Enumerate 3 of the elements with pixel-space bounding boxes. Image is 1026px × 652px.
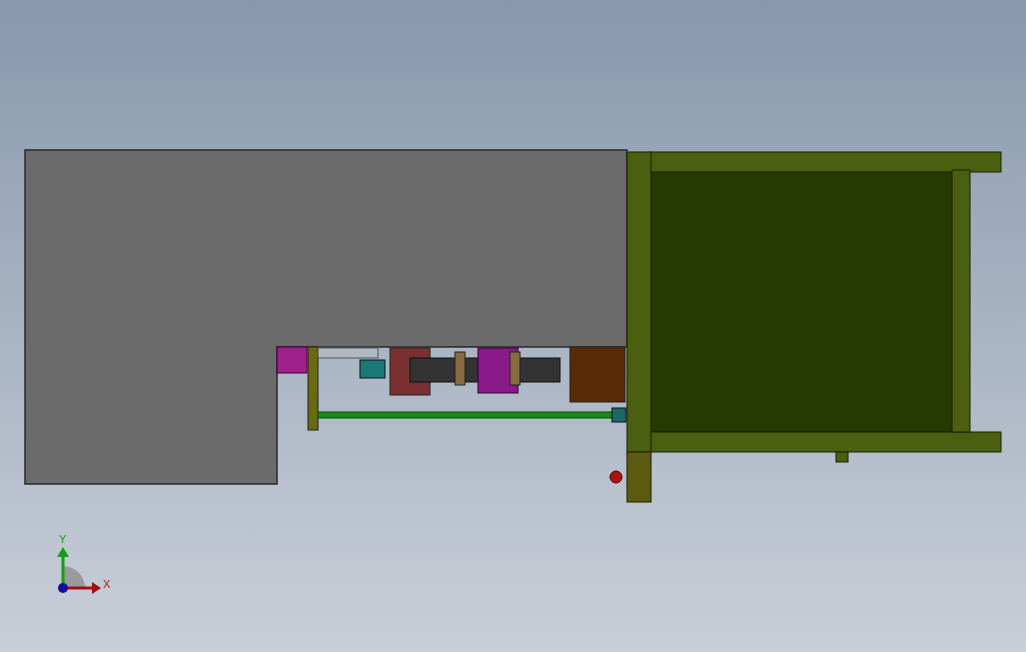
axis-label: Y <box>59 533 67 545</box>
axis-label: X <box>103 578 111 590</box>
axis-triad-icon <box>57 547 101 594</box>
